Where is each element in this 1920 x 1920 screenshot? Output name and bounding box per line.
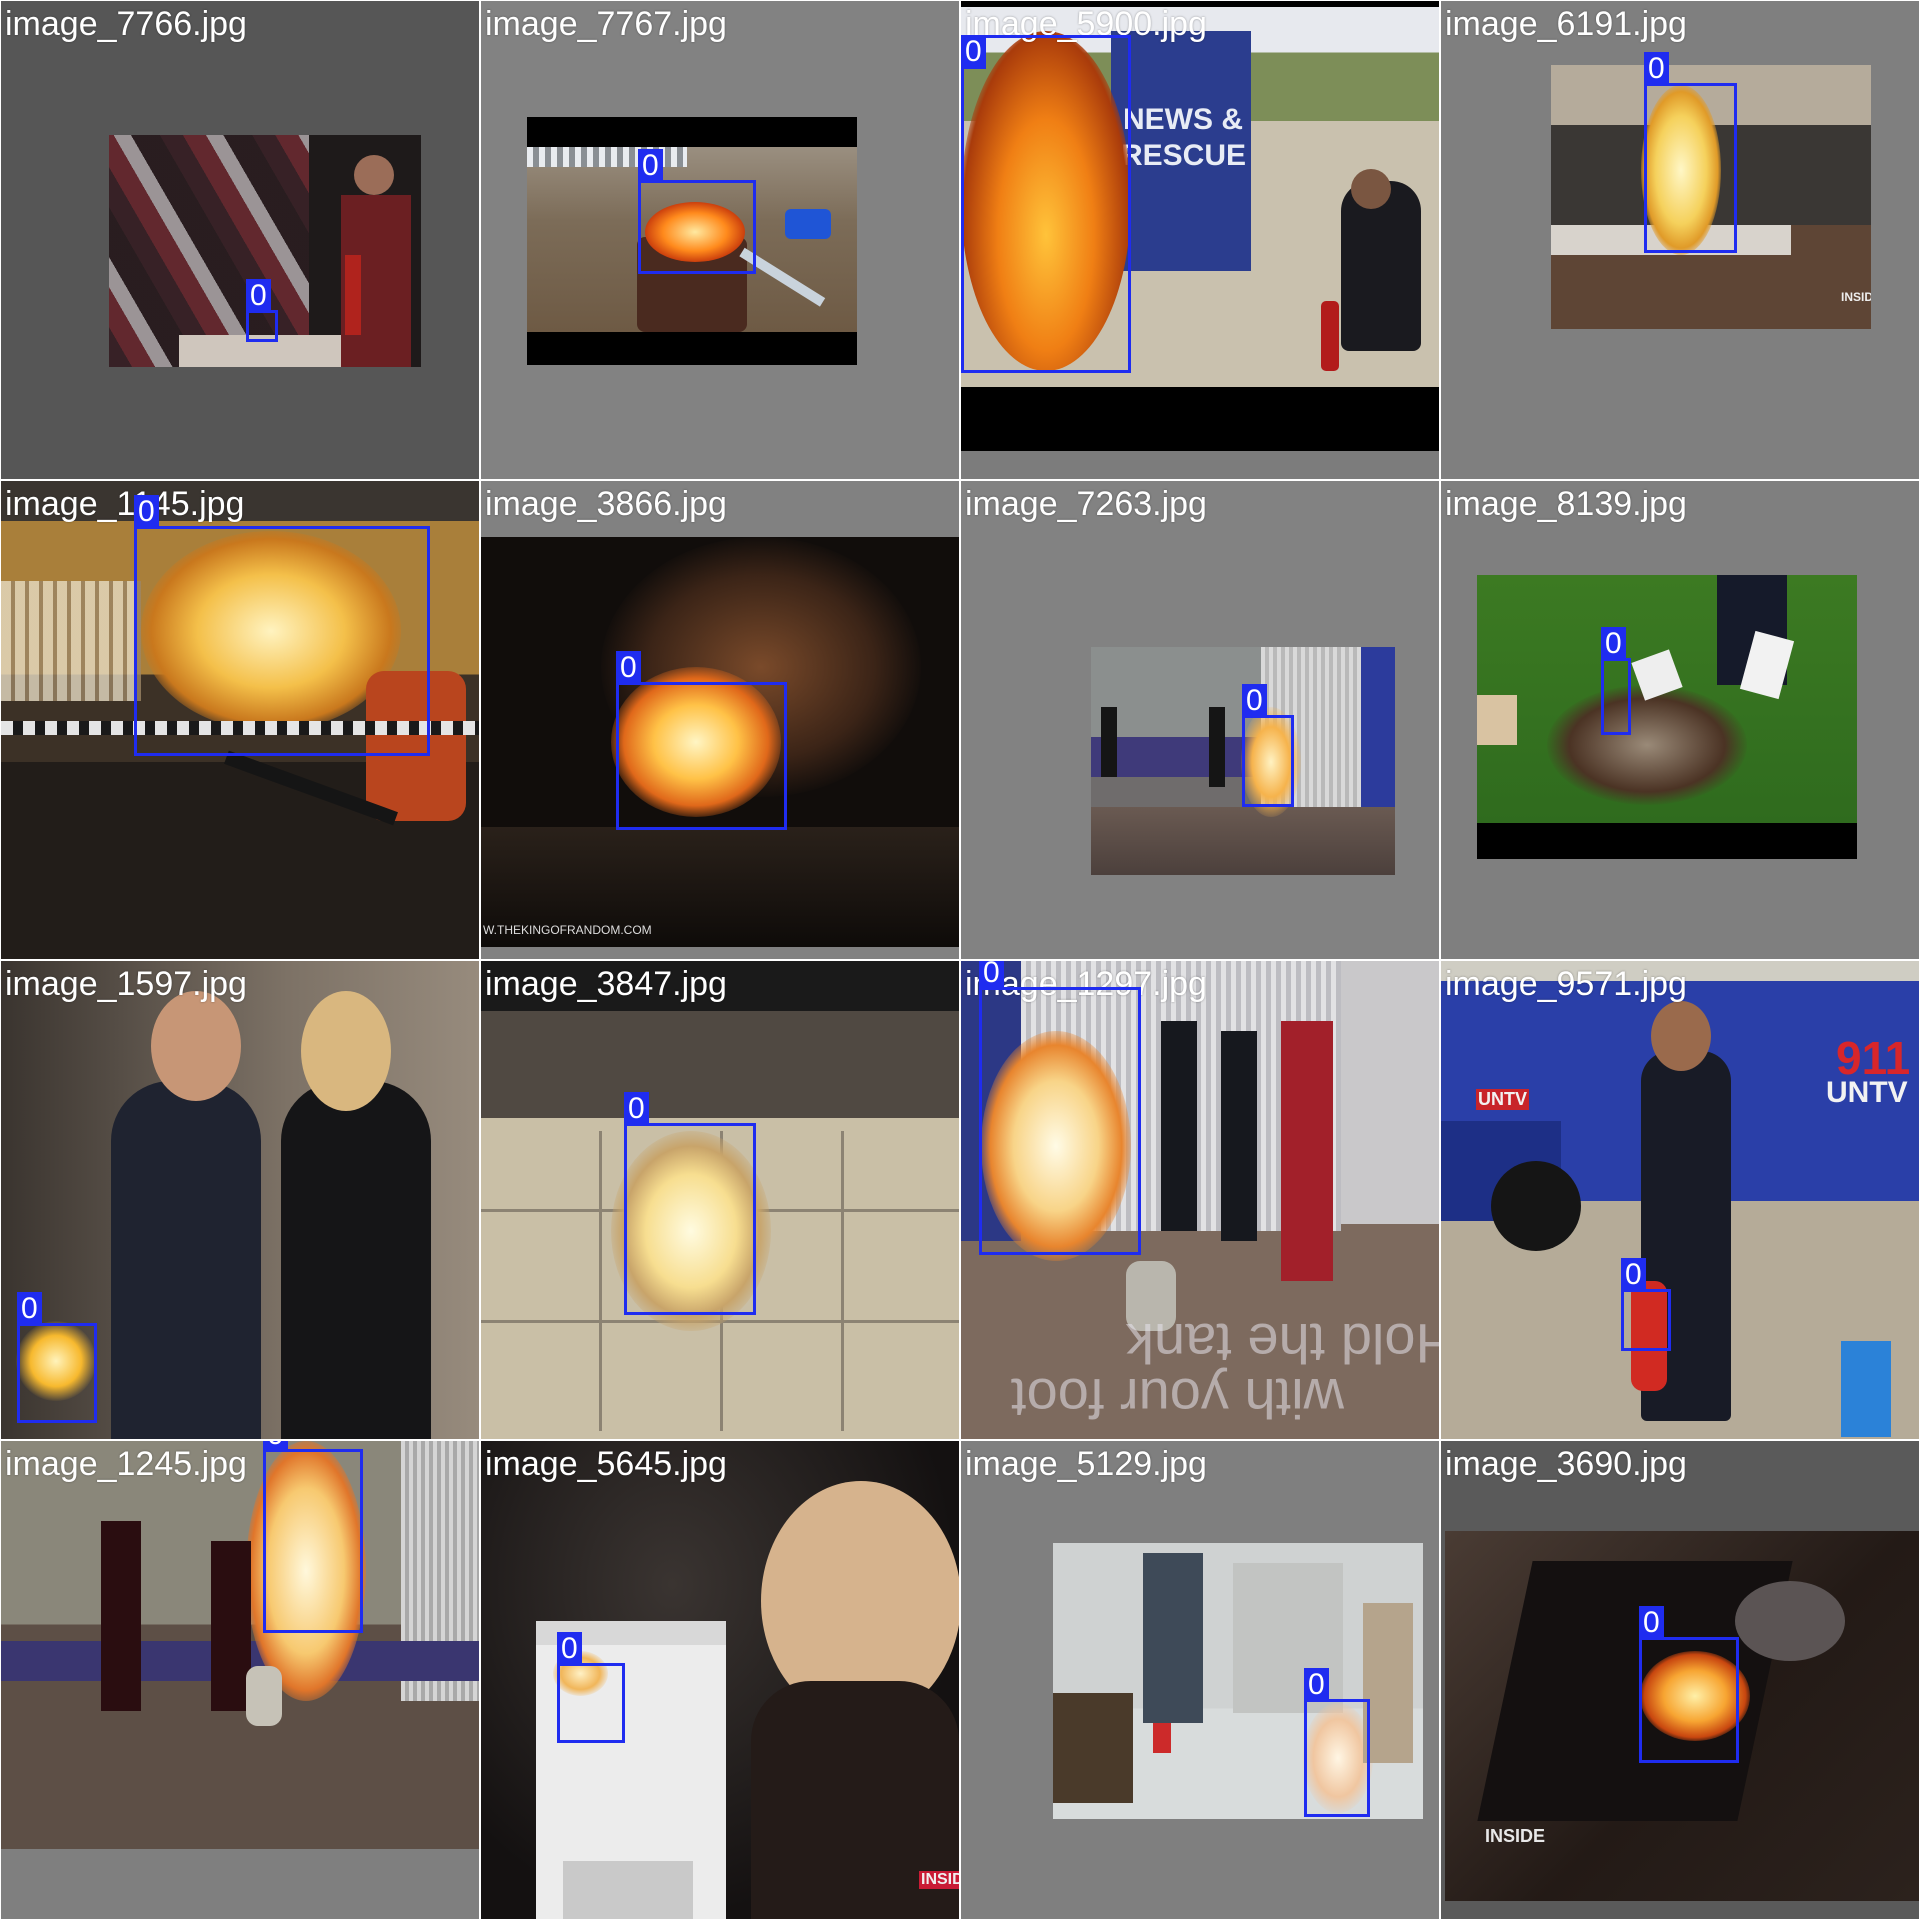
detection-class-label: 0: [1644, 52, 1669, 86]
tile-image-5900: NEWS & RESCUE image_5900.jpg 0: [961, 1, 1439, 479]
tile-image-1297: Hold the tank with your foot image_1297.…: [961, 961, 1439, 1439]
detection-class-label: 0: [246, 279, 271, 313]
detection-class-label: 0: [624, 1092, 649, 1126]
detection-class-label: 0: [1304, 1668, 1329, 1702]
tile-image-3866: W.THEKINGOFRANDOM.COM image_3866.jpg 0: [481, 481, 959, 959]
detection-class-label: 0: [638, 149, 663, 183]
tile-image-6191: INSIDE image_6191.jpg 0: [1441, 1, 1919, 479]
tile-image-3847: image_3847.jpg 0: [481, 961, 959, 1439]
detection-box: 0: [979, 961, 1141, 1255]
scene-text: W.THEKINGOFRANDOM.COM: [483, 923, 652, 937]
scene-text: UNTV: [1826, 1076, 1908, 1109]
tile-image-7766: image_7766.jpg 0: [1, 1, 479, 479]
detection-class-label: 0: [961, 35, 986, 69]
filename-label: image_3866.jpg: [485, 485, 727, 523]
filename-label: image_3690.jpg: [1445, 1445, 1687, 1483]
detection-class-label: 0: [616, 651, 641, 685]
filename-label: image_1245.jpg: [5, 1445, 247, 1483]
detection-box: 0: [134, 495, 430, 756]
tile-image-1245: image_1245.jpg 0: [1, 1441, 479, 1919]
photo: INSIDE: [481, 1441, 959, 1919]
tile-image-8139: image_8139.jpg 0: [1441, 481, 1919, 959]
detection-class-label: 0: [17, 1292, 42, 1326]
filename-label: image_7767.jpg: [485, 5, 727, 43]
detection-box: 0: [1601, 627, 1631, 735]
detection-class-label: 0: [557, 1632, 582, 1666]
filename-label: image_1145.jpg: [5, 485, 245, 523]
filename-label: image_3847.jpg: [485, 965, 727, 1003]
filename-label: image_7766.jpg: [5, 5, 247, 43]
detection-class-label: 0: [979, 961, 1004, 990]
detection-box: 0: [1644, 52, 1737, 253]
scene-text: INSIDE: [1841, 290, 1871, 304]
filename-label: image_5645.jpg: [485, 1445, 727, 1483]
detection-class-label: 0: [263, 1441, 288, 1452]
detection-class-label: 0: [134, 495, 159, 529]
filename-label: image_7263.jpg: [965, 485, 1207, 523]
image-grid: image_7766.jpg 0 image_7767.jpg 0 NEWS &…: [0, 0, 1920, 1920]
scene-text: with your foot: [1011, 1367, 1345, 1430]
scene-text: UNTV: [1476, 1089, 1529, 1110]
detection-box: 0: [1242, 684, 1294, 807]
detection-box: 0: [246, 279, 278, 342]
detection-class-label: 0: [1601, 627, 1626, 661]
tile-image-5129: image_5129.jpg 0: [961, 1441, 1439, 1919]
detection-box: 0: [624, 1092, 756, 1315]
detection-box: 0: [616, 651, 787, 830]
tile-image-5645: INSIDE image_5645.jpg 0: [481, 1441, 959, 1919]
tile-image-1597: image_1597.jpg 0: [1, 961, 479, 1439]
detection-class-label: 0: [1621, 1258, 1646, 1292]
filename-label: image_8139.jpg: [1445, 485, 1687, 523]
scene-text: INSIDE: [1485, 1826, 1546, 1846]
detection-box: 0: [1639, 1606, 1739, 1763]
detection-box: 0: [1304, 1668, 1370, 1817]
detection-box: 0: [17, 1292, 97, 1423]
filename-label: image_5129.jpg: [965, 1445, 1207, 1483]
detection-box: 0: [1621, 1258, 1671, 1351]
tile-image-9571: 911 UNTV UNTV image_9571.jpg 0: [1441, 961, 1919, 1439]
photo: 911 UNTV UNTV: [1441, 961, 1919, 1439]
tile-image-7263: image_7263.jpg 0: [961, 481, 1439, 959]
scene-text: INSIDE: [919, 1871, 959, 1889]
detection-box: 0: [638, 149, 756, 274]
photo: [1, 1441, 479, 1849]
filename-label: image_9571.jpg: [1445, 965, 1687, 1003]
filename-label: image_6191.jpg: [1445, 5, 1687, 43]
detection-class-label: 0: [1639, 1606, 1664, 1640]
detection-box: 0: [961, 35, 1131, 373]
tile-image-3690: INSIDE image_3690.jpg 0: [1441, 1441, 1919, 1919]
scene-text: NEWS &: [1123, 103, 1243, 136]
detection-box: 0: [263, 1441, 363, 1633]
scene-text: RESCUE: [1121, 139, 1247, 172]
tile-image-1145: image_1145.jpg 0: [1, 481, 479, 959]
filename-label: image_1597.jpg: [5, 965, 247, 1003]
detection-box: 0: [557, 1632, 625, 1743]
photo: [1477, 575, 1857, 859]
detection-class-label: 0: [1242, 684, 1267, 718]
tile-image-7767: image_7767.jpg 0: [481, 1, 959, 479]
